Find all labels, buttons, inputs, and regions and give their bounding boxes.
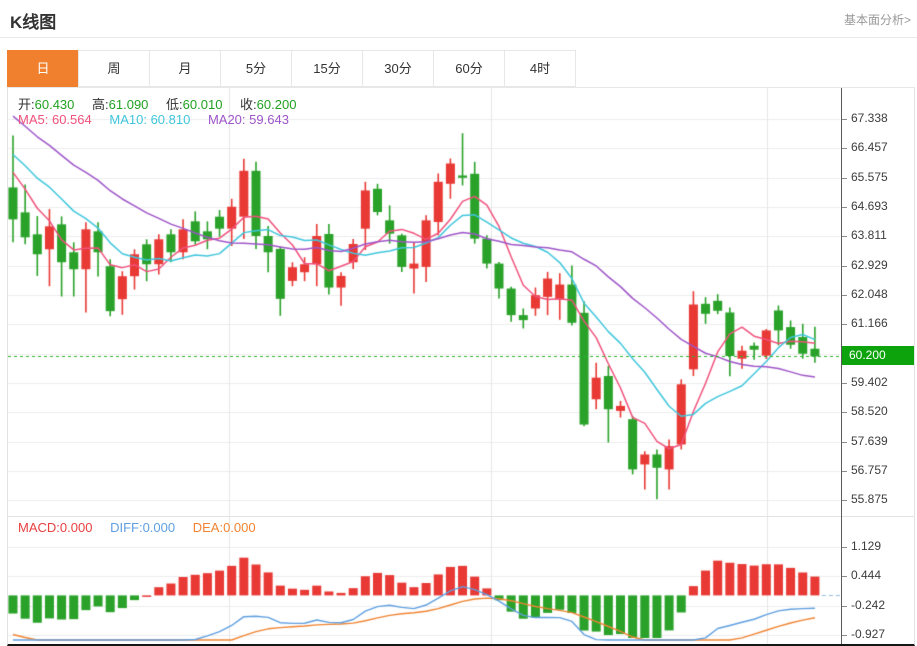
macd-axis-label: -0.927 bbox=[841, 627, 885, 641]
close-label: 收: bbox=[240, 97, 257, 112]
chart-area: 67.338 66.457 65.575 64.693 63.811 62.929 62.0… bbox=[7, 87, 915, 646]
macd-canvas[interactable] bbox=[8, 517, 840, 644]
dea-label: DEA: bbox=[193, 520, 223, 535]
close-value: 60.200 bbox=[257, 97, 297, 112]
high-value: 61.090 bbox=[109, 97, 149, 112]
ma5-label: MA5: bbox=[18, 112, 48, 127]
macd-label: MACD: bbox=[18, 520, 60, 535]
tab-月[interactable]: 月 bbox=[149, 50, 221, 87]
macd-value: 0.000 bbox=[60, 520, 93, 535]
diff-label: DIFF: bbox=[110, 520, 143, 535]
macd-axis-label: -0.242 bbox=[841, 598, 885, 612]
fundamental-analysis-link[interactable]: 基本面分析> bbox=[844, 11, 911, 28]
period-tabs: 日周月5分15分30分60分4时 bbox=[7, 50, 576, 87]
header-divider bbox=[0, 37, 917, 38]
ohlc-legend: 开:60.430 高:61.090 低:60.010 收:60.200 bbox=[18, 94, 310, 113]
low-value: 60.010 bbox=[183, 97, 223, 112]
low-label: 低: bbox=[166, 97, 183, 112]
price-axis-label: 67.338 bbox=[841, 111, 888, 125]
macd-axis-label: 0.444 bbox=[841, 568, 881, 582]
price-axis-label: 66.457 bbox=[841, 140, 888, 154]
tab-5分[interactable]: 5分 bbox=[220, 50, 292, 87]
open-value: 60.430 bbox=[35, 97, 75, 112]
ma20-value: 59.643 bbox=[249, 112, 289, 127]
price-axis-label: 61.166 bbox=[841, 316, 888, 330]
price-axis-label: 62.048 bbox=[841, 287, 888, 301]
price-axis-label: 56.757 bbox=[841, 463, 888, 477]
price-axis-label: 63.811 bbox=[841, 228, 887, 242]
dea-value: 0.000 bbox=[223, 520, 256, 535]
pane-separator bbox=[8, 516, 914, 517]
price-axis-label: 58.520 bbox=[841, 404, 888, 418]
price-axis-label: 55.875 bbox=[841, 492, 888, 506]
ma5-value: 60.564 bbox=[52, 112, 92, 127]
price-axis-label: 57.639 bbox=[841, 434, 888, 448]
ma10-label: MA10: bbox=[109, 112, 147, 127]
tab-周[interactable]: 周 bbox=[78, 50, 150, 87]
current-price-tag: 60.200 bbox=[842, 346, 914, 365]
ma20-label: MA20: bbox=[208, 112, 246, 127]
tab-30分[interactable]: 30分 bbox=[362, 50, 434, 87]
price-axis-label: 65.575 bbox=[841, 170, 888, 184]
price-axis: 67.338 66.457 65.575 64.693 63.811 62.929 62.0… bbox=[841, 88, 914, 644]
kline-widget: K线图 基本面分析> 日周月5分15分30分60分4时 67.338 66.457… bbox=[0, 0, 917, 646]
ma-legend: MA5: 60.564 MA10: 60.810 MA20: 59.643 bbox=[18, 112, 303, 127]
diff-value: 0.000 bbox=[143, 520, 176, 535]
price-axis-label: 64.693 bbox=[841, 199, 888, 213]
tab-日[interactable]: 日 bbox=[7, 50, 79, 87]
price-axis-label: 62.929 bbox=[841, 258, 888, 272]
price-axis-label: 59.402 bbox=[841, 375, 888, 389]
open-label: 开: bbox=[18, 97, 35, 112]
tab-15分[interactable]: 15分 bbox=[291, 50, 363, 87]
page-title: K线图 bbox=[10, 8, 56, 33]
macd-legend: MACD:0.000 DIFF:0.000 DEA:0.000 bbox=[18, 520, 270, 535]
ma10-value: 60.810 bbox=[151, 112, 191, 127]
high-label: 高: bbox=[92, 97, 109, 112]
tab-60分[interactable]: 60分 bbox=[433, 50, 505, 87]
macd-axis-label: 1.129 bbox=[841, 539, 881, 553]
candlestick-canvas[interactable] bbox=[8, 88, 840, 516]
tab-4时[interactable]: 4时 bbox=[504, 50, 576, 87]
